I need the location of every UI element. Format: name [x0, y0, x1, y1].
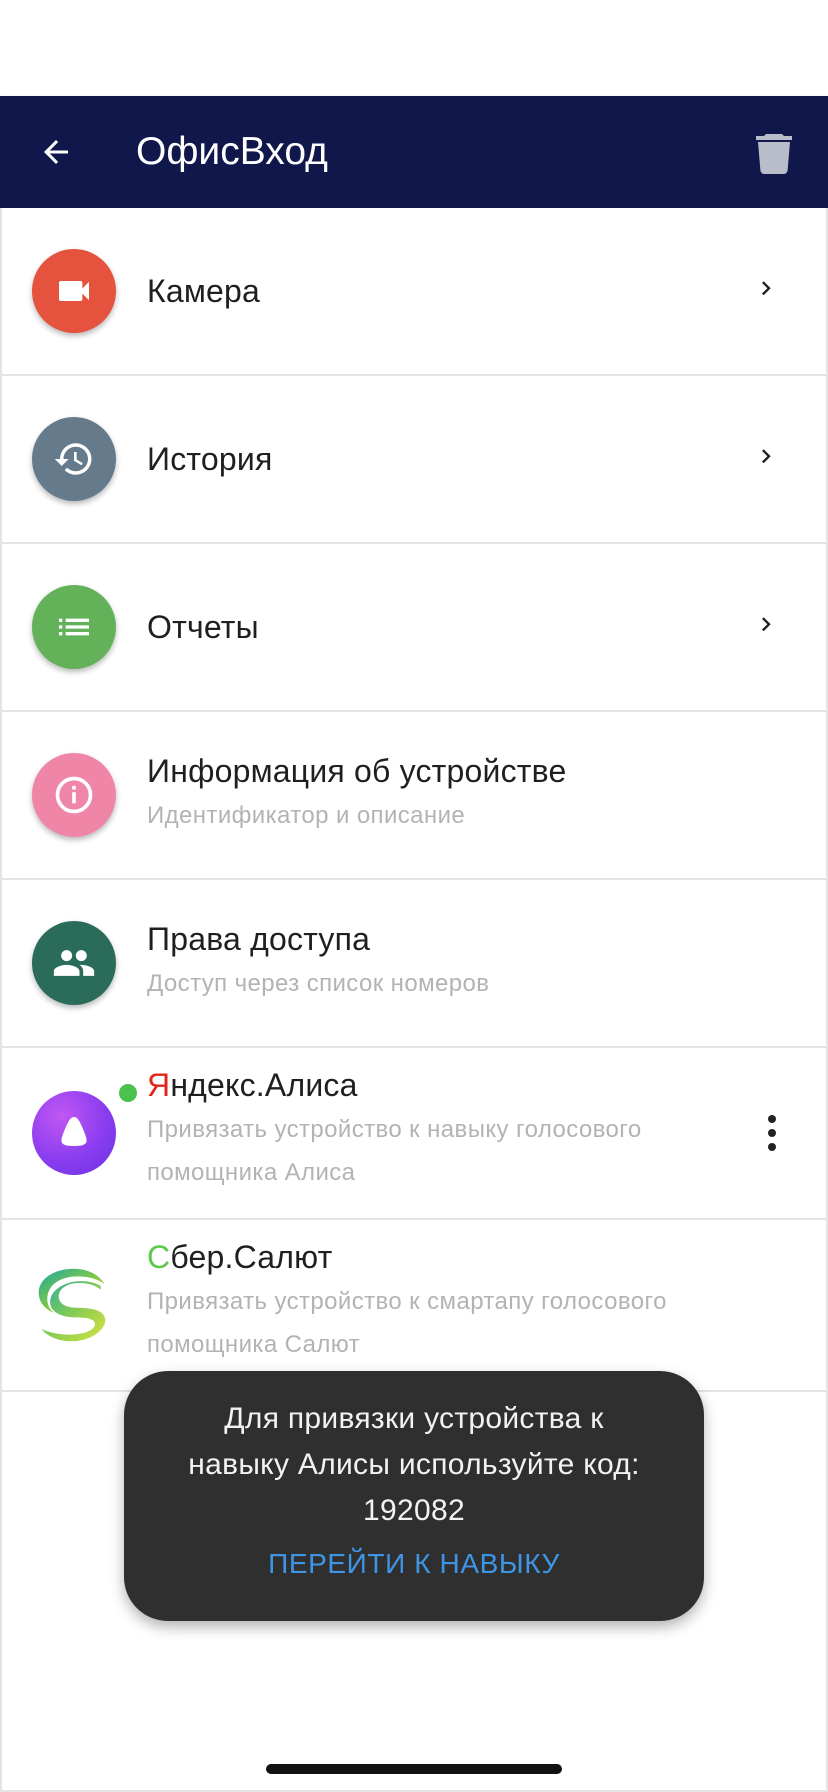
camera-icon-badge — [32, 249, 116, 333]
reports-icon-badge — [32, 585, 116, 669]
videocam-icon — [59, 281, 89, 301]
settings-list: Камера История Отчеты Информация об устр… — [0, 208, 828, 1392]
toast-message-line: Для привязки устройства к — [224, 1402, 604, 1435]
kebab-dot — [768, 1129, 776, 1137]
subtitle-line: Привязать устройство к навыку голосового — [147, 1115, 642, 1143]
subtitle-line: помощника Салют — [147, 1330, 361, 1358]
list-icon — [59, 618, 89, 636]
item-texts: Камера — [147, 273, 826, 310]
title-rest: ндекс.Алиса — [170, 1066, 358, 1103]
delete-button[interactable] — [748, 126, 800, 178]
chevron-right-icon — [762, 281, 771, 296]
item-texts: Отчеты — [147, 609, 826, 646]
item-texts: Сбер.Салют Привязать устройство к смарта… — [147, 1239, 826, 1366]
item-title: Яндекс.Алиса — [147, 1067, 826, 1104]
page-title: ОфисВход — [136, 130, 328, 173]
salute-logo-icon — [38, 1268, 106, 1342]
item-title: Права доступа — [147, 921, 371, 957]
item-title: Отчеты — [147, 608, 259, 645]
status-bar-area — [0, 0, 828, 96]
more-options-button[interactable] — [768, 1115, 776, 1151]
item-title: Информация об устройстве — [147, 753, 567, 789]
item-texts: Информация об устройстве Идентификатор и… — [147, 753, 826, 837]
salute-logo-badge — [32, 1263, 116, 1347]
online-status-indicator — [119, 1084, 137, 1102]
history-icon — [54, 443, 92, 475]
item-texts: История — [147, 441, 826, 478]
chevron-right-icon — [762, 449, 771, 464]
alice-code-toast: Для привязки устройства к навыку Алисы и… — [124, 1371, 704, 1621]
list-item-history[interactable]: История — [2, 376, 826, 544]
item-texts: Яндекс.Алиса Привязать устройство к навы… — [147, 1067, 826, 1194]
subtitle-line: Привязать устройство к смартапу голосово… — [147, 1287, 667, 1315]
info-icon — [55, 776, 93, 814]
item-title: Сбер.Салют — [147, 1239, 826, 1276]
kebab-dot — [768, 1115, 776, 1123]
title-first-letter: С — [147, 1238, 171, 1275]
people-icon — [53, 950, 95, 976]
title-rest: бер.Салют — [170, 1238, 333, 1275]
kebab-dot — [768, 1143, 776, 1151]
arrow-back-icon — [44, 140, 68, 164]
toast-message-line: навыку Алисы используйте код: — [188, 1448, 640, 1481]
home-indicator[interactable] — [266, 1764, 562, 1774]
history-icon-badge — [32, 417, 116, 501]
title-first-letter: Я — [147, 1066, 171, 1103]
toast-code: 192082 — [363, 1494, 465, 1527]
access-icon-badge — [32, 921, 116, 1005]
item-subtitle: Привязать устройство к навыку голосового… — [147, 1108, 826, 1194]
list-item-access-rights[interactable]: Права доступа Доступ через список номеро… — [2, 880, 826, 1048]
go-to-skill-button[interactable]: ПЕРЕЙТИ К НАВЫКУ — [268, 1548, 560, 1580]
item-title: История — [147, 440, 273, 477]
list-item-yandex-alice[interactable]: Яндекс.Алиса Привязать устройство к навы… — [2, 1048, 826, 1220]
item-texts: Права доступа Доступ через список номеро… — [147, 921, 826, 1005]
app-bar: ОфисВход — [0, 96, 828, 208]
item-title: Камера — [147, 272, 261, 309]
back-button[interactable] — [30, 126, 82, 178]
trash-icon — [756, 134, 792, 174]
item-subtitle: Привязать устройство к смартапу голосово… — [147, 1280, 826, 1366]
list-item-camera[interactable]: Камера — [2, 208, 826, 376]
info-icon-badge — [32, 753, 116, 837]
list-item-reports[interactable]: Отчеты — [2, 544, 826, 712]
chevron-right-icon — [762, 617, 771, 632]
alice-logo-badge — [32, 1091, 116, 1175]
item-subtitle: Доступ через список номеров — [147, 970, 490, 997]
alice-logo-icon — [61, 1117, 87, 1146]
subtitle-line: помощника Алиса — [147, 1158, 356, 1186]
item-subtitle: Идентификатор и описание — [147, 802, 466, 829]
list-item-device-info[interactable]: Информация об устройстве Идентификатор и… — [2, 712, 826, 880]
list-item-sber-salute[interactable]: Сбер.Салют Привязать устройство к смарта… — [2, 1220, 826, 1392]
